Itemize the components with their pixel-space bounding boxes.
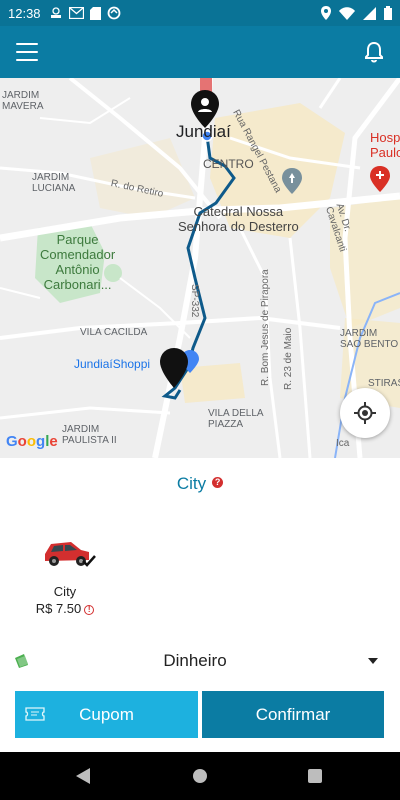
map-poi-label: Catedral Nossa Senhora do Desterro: [178, 204, 299, 234]
map-street-label: R. 23 de Maio: [283, 327, 294, 390]
wifi-icon: [339, 6, 355, 20]
bell-icon[interactable]: [360, 38, 388, 66]
map-label: VILA DELLA PIAZZA: [208, 408, 264, 430]
map-park-label: Parque Comendador Antônio Carbonari...: [40, 232, 116, 292]
map-hospital-label: Hosp Paulo: [370, 130, 400, 160]
app-bar: [0, 26, 400, 78]
map-label: VILA CACILDA: [80, 327, 148, 338]
vehicle-price-row: R$ 7.50!: [28, 601, 102, 616]
vehicle-name: City: [53, 584, 77, 599]
map-label: JARDIM PAULISTA II: [62, 424, 117, 446]
my-location-button[interactable]: [340, 388, 390, 438]
location-icon: [321, 6, 331, 20]
signal-icon: [363, 6, 376, 20]
map-label: JARDIM LUCIANA: [32, 172, 76, 194]
help-icon[interactable]: ?: [212, 477, 224, 488]
home-icon[interactable]: [193, 769, 207, 783]
brand-icon: [50, 7, 61, 18]
service-title: City?: [0, 474, 400, 494]
hamburger-icon[interactable]: [14, 40, 40, 64]
google-logo-letter: G: [6, 433, 18, 450]
map-district-label: CENTRO: [203, 157, 254, 171]
map-label: STIRAS: [368, 378, 400, 389]
sd-card-icon: [89, 6, 101, 20]
payment-method-label: Dinheiro: [163, 651, 227, 670]
payment-method-select[interactable]: Dinheiro: [14, 646, 386, 676]
status-time: 12:38: [8, 5, 41, 21]
google-logo-letter: e: [49, 433, 58, 450]
google-logo: Google: [6, 433, 58, 450]
gmail-icon: [68, 7, 84, 19]
confirm-button-label: Confirmar: [255, 704, 331, 724]
price-info-icon[interactable]: !: [84, 605, 95, 615]
coupon-button[interactable]: Cupom: [15, 691, 198, 738]
back-icon[interactable]: [76, 768, 90, 784]
system-nav-bar: [0, 752, 400, 800]
chevron-down-icon[interactable]: [368, 658, 378, 664]
coupon-button-label: Cupom: [79, 704, 134, 724]
google-logo-letter: g: [36, 433, 46, 450]
service-name: City: [176, 474, 207, 493]
map-street-label: R. Bom Jesus de Pirapora: [260, 269, 271, 386]
confirm-button[interactable]: Confirmar: [202, 691, 384, 738]
map-view[interactable]: JARDIM MAVERA Jundiaí CENTRO Rua Rangel …: [0, 78, 400, 458]
map-shopping-label: JundiaíShoppi: [74, 357, 151, 371]
map-highway-label: SP-332: [189, 284, 200, 318]
vehicle-option[interactable]: City R$ 7.50!: [28, 532, 102, 622]
status-bar: 12:38: [0, 0, 400, 26]
google-logo-letter: o: [26, 433, 37, 450]
map-street-label: Ica: [336, 438, 350, 449]
google-logo-letter: o: [17, 433, 27, 450]
car-icon: [37, 532, 96, 572]
vehicle-price: R$ 7.50: [35, 601, 82, 616]
battery-icon: [384, 6, 392, 20]
map-label: JARDIM SAO BENTO: [340, 328, 399, 350]
map-city-label: Jundiaí: [176, 122, 231, 141]
recent-apps-icon[interactable]: [308, 769, 322, 783]
my-location-icon: [354, 402, 376, 424]
sync-icon: [107, 6, 120, 20]
coupon-icon: [25, 707, 45, 721]
checkmark-icon: [82, 555, 96, 567]
map-label: JARDIM MAVERA: [2, 90, 44, 112]
